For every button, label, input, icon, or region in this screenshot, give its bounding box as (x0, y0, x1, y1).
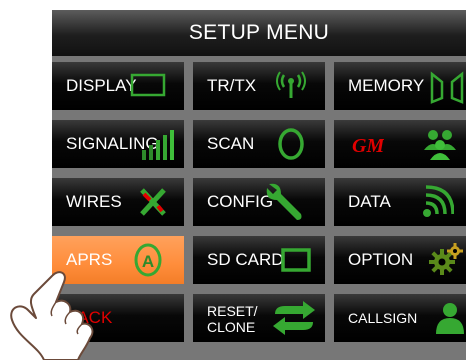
group-icon (420, 126, 462, 162)
user-icon (434, 300, 466, 336)
wires-label: WIRES (66, 192, 122, 211)
wires-button[interactable]: WIRES (52, 178, 184, 226)
display-frame-icon (130, 72, 166, 98)
menu-title: SETUP MENU (52, 10, 466, 56)
option-label: OPTION (348, 250, 414, 269)
tr-tx-label: TR/TX (207, 76, 257, 95)
sd-card-button[interactable]: SD CARD (193, 236, 325, 284)
gm-logo-icon: GM (348, 126, 384, 162)
antenna-icon (275, 68, 307, 104)
config-button[interactable]: CONFIG (193, 178, 325, 226)
reset-clone-button[interactable]: RESET/ CLONE (193, 294, 325, 342)
reset-arrows-icon (269, 300, 319, 336)
gm-logo-text: GM (352, 135, 384, 157)
wrench-icon (263, 180, 307, 224)
sd-card-icon (279, 242, 313, 278)
data-wave-icon (420, 184, 454, 220)
scan-button[interactable]: SCAN (193, 120, 325, 168)
callsign-label: CALLSIGN (348, 310, 418, 326)
scan-label: SCAN (207, 134, 255, 153)
wires-x-icon (136, 184, 170, 220)
display-button[interactable]: DISPLAY (52, 62, 184, 110)
pointing-hand-icon (10, 271, 94, 360)
option-button[interactable]: OPTION (334, 236, 466, 284)
memory-bracket-icon (428, 68, 466, 104)
tr-tx-button[interactable]: TR/TX (193, 62, 325, 110)
memory-button[interactable]: MEMORY (334, 62, 466, 110)
data-button[interactable]: DATA (334, 178, 466, 226)
display-label: DISPLAY (66, 76, 137, 95)
callsign-button[interactable]: CALLSIGN (334, 294, 466, 342)
scan-ring-icon (273, 126, 309, 162)
gm-button[interactable]: GM (334, 120, 466, 168)
sd-card-label: SD CARD (207, 250, 284, 269)
signal-bars-icon (140, 126, 180, 162)
data-label: DATA (348, 192, 391, 211)
signaling-button[interactable]: SIGNALING (52, 120, 184, 168)
gear-icon (426, 242, 464, 278)
reset-clone-label: RESET/ CLONE (207, 303, 258, 335)
memory-label: MEMORY (348, 76, 425, 95)
aprs-icon-letter: A (142, 252, 154, 271)
